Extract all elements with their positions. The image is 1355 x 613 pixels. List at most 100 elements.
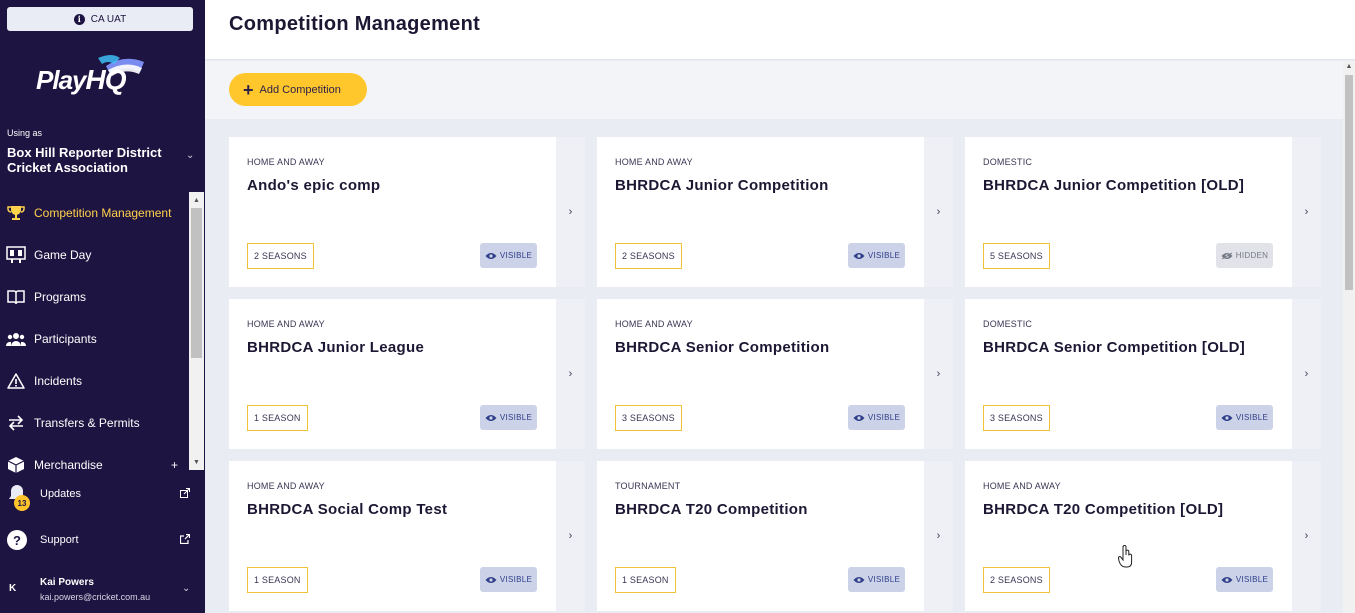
scrollbar-thumb[interactable]	[191, 208, 202, 358]
competition-card[interactable]: HOME AND AWAY Ando's epic comp 2 SEASONS…	[229, 137, 585, 287]
user-menu[interactable]: K Kai Powers kai.powers@cricket.com.au ⌄	[6, 575, 198, 605]
competition-name: BHRDCA Junior Competition	[615, 177, 829, 194]
add-competition-button[interactable]: + Add Competition	[229, 73, 367, 106]
competition-name: BHRDCA Senior Competition [OLD]	[983, 339, 1246, 356]
sidebar-item-participants[interactable]: Participants	[0, 318, 188, 360]
sidebar-item-game-day[interactable]: Game Day	[0, 234, 188, 276]
sidebar-item-merchandise[interactable]: Merchandise +	[0, 444, 188, 486]
visibility-badge: VISIBLE	[848, 243, 905, 268]
competition-card[interactable]: HOME AND AWAY BHRDCA Social Comp Test 1 …	[229, 461, 585, 611]
user-name: Kai Powers	[40, 577, 94, 588]
chevron-right-icon[interactable]: ›	[556, 299, 585, 449]
updates-count-badge: 13	[14, 495, 30, 511]
competition-card[interactable]: HOME AND AWAY BHRDCA Junior Competition …	[597, 137, 953, 287]
sidebar-nav: Competition Management Game Day Programs…	[0, 192, 188, 486]
page-title: Competition Management	[229, 13, 481, 35]
chevron-right-icon[interactable]: ›	[1292, 137, 1321, 287]
scroll-up-arrow-icon[interactable]: ▲	[1343, 63, 1355, 73]
support-label: Support	[40, 534, 79, 546]
chevron-right-icon[interactable]: ›	[556, 461, 585, 611]
help-icon: ?	[6, 529, 28, 551]
expand-plus-icon[interactable]: +	[171, 458, 178, 472]
chevron-right-icon[interactable]: ›	[924, 299, 953, 449]
competition-type: HOME AND AWAY	[247, 157, 325, 167]
seasons-count: 1 SEASON	[247, 405, 308, 431]
avatar: K	[9, 583, 17, 594]
main-scrollbar[interactable]: ▲	[1343, 61, 1355, 613]
scoreboard-icon	[6, 245, 26, 265]
competition-name: BHRDCA Senior Competition	[615, 339, 830, 356]
competition-name: BHRDCA Junior Competition [OLD]	[983, 177, 1245, 194]
visibility-badge: VISIBLE	[480, 567, 537, 592]
seasons-count: 1 SEASON	[615, 567, 676, 593]
sidebar: i CA UAT PlayHQ Using as Box Hill Report…	[0, 0, 205, 613]
competition-type: HOME AND AWAY	[615, 319, 693, 329]
competition-type: HOME AND AWAY	[615, 157, 693, 167]
chevron-right-icon[interactable]: ›	[1292, 299, 1321, 449]
org-name[interactable]: Box Hill Reporter District Cricket Assoc…	[7, 145, 179, 175]
visibility-badge: VISIBLE	[1216, 405, 1273, 430]
environment-label: CA UAT	[90, 13, 127, 25]
scrollbar-thumb[interactable]	[1345, 75, 1353, 290]
sidebar-item-programs[interactable]: Programs	[0, 276, 188, 318]
competition-card[interactable]: HOME AND AWAY BHRDCA Junior League 1 SEA…	[229, 299, 585, 449]
competition-card[interactable]: HOME AND AWAY BHRDCA Senior Competition …	[597, 299, 953, 449]
transfer-icon	[6, 413, 26, 433]
page-header: Competition Management	[205, 0, 1355, 60]
support-link[interactable]: ? Support	[6, 528, 196, 552]
sidebar-scrollbar[interactable]: ▲ ▼	[189, 192, 204, 470]
competition-name: BHRDCA T20 Competition [OLD]	[983, 501, 1224, 518]
visibility-badge: VISIBLE	[848, 405, 905, 430]
sidebar-item-incidents[interactable]: Incidents	[0, 360, 188, 402]
scroll-down-arrow-icon[interactable]: ▼	[189, 456, 204, 468]
updates-label: Updates	[40, 488, 81, 500]
external-link-icon	[180, 534, 190, 544]
competition-card[interactable]: HOME AND AWAY BHRDCA T20 Competition [OL…	[965, 461, 1321, 611]
trophy-icon	[6, 203, 26, 223]
chevron-down-icon[interactable]: ⌄	[186, 150, 194, 161]
competition-name: BHRDCA T20 Competition	[615, 501, 808, 518]
seasons-count: 2 SEASONS	[247, 243, 314, 269]
competition-type: DOMESTIC	[983, 319, 1033, 329]
seasons-count: 2 SEASONS	[983, 567, 1050, 593]
competition-name: Ando's epic comp	[247, 177, 381, 194]
updates-link[interactable]: 13 Updates	[6, 482, 196, 511]
competition-card[interactable]: DOMESTIC BHRDCA Senior Competition [OLD]…	[965, 299, 1321, 449]
competition-card[interactable]: DOMESTIC BHRDCA Junior Competition [OLD]…	[965, 137, 1321, 287]
chevron-right-icon[interactable]: ›	[556, 137, 585, 287]
warning-icon	[6, 371, 26, 391]
main-content: Competition Management + Add Competition…	[205, 0, 1355, 613]
seasons-count: 2 SEASONS	[615, 243, 682, 269]
plus-icon: +	[243, 79, 254, 100]
sidebar-item-transfers-permits[interactable]: Transfers & Permits	[0, 402, 188, 444]
chevron-right-icon[interactable]: ›	[1292, 461, 1321, 611]
sidebar-item-label: Transfers & Permits	[34, 416, 140, 430]
scroll-up-arrow-icon[interactable]: ▲	[189, 194, 204, 206]
environment-badge: i CA UAT	[7, 7, 193, 31]
competition-type: HOME AND AWAY	[983, 481, 1061, 491]
eye-icon	[853, 414, 865, 421]
eye-icon	[1221, 576, 1233, 583]
people-icon	[6, 329, 26, 349]
sidebar-item-label: Programs	[34, 290, 87, 304]
chevron-right-icon[interactable]: ›	[924, 137, 953, 287]
visibility-badge: VISIBLE	[480, 405, 537, 430]
competition-type: HOME AND AWAY	[247, 319, 325, 329]
eye-icon	[1221, 414, 1233, 421]
chevron-right-icon[interactable]: ›	[924, 461, 953, 611]
competition-grid: HOME AND AWAY Ando's epic comp 2 SEASONS…	[229, 137, 1321, 611]
competition-name: BHRDCA Social Comp Test	[247, 501, 448, 518]
external-link-icon	[180, 488, 190, 498]
competition-type: HOME AND AWAY	[247, 481, 325, 491]
sidebar-item-competition-management[interactable]: Competition Management	[0, 192, 188, 234]
sidebar-item-label: Participants	[34, 332, 97, 346]
eye-icon	[853, 576, 865, 583]
seasons-count: 1 SEASON	[247, 567, 308, 593]
competition-type: DOMESTIC	[983, 157, 1033, 167]
chevron-down-icon[interactable]: ⌄	[182, 583, 190, 594]
competition-card[interactable]: TOURNAMENT BHRDCA T20 Competition 1 SEAS…	[597, 461, 953, 611]
sidebar-item-label: Incidents	[34, 374, 83, 388]
eye-icon	[485, 414, 497, 421]
hand-cursor-icon	[1118, 545, 1133, 568]
box-icon	[6, 455, 26, 475]
